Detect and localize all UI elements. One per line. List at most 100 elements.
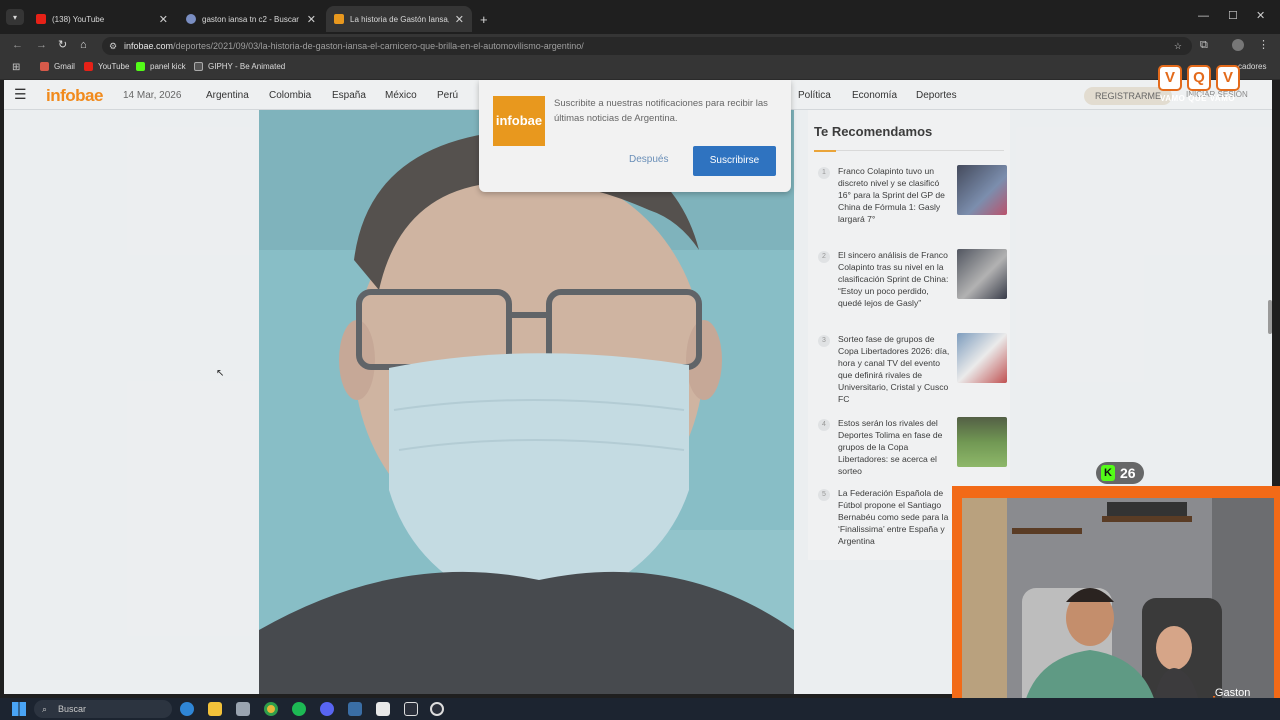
item-number: 5 bbox=[818, 489, 830, 501]
nav-argentina[interactable]: Argentina bbox=[206, 90, 249, 101]
bookmark-label: panel kick bbox=[150, 62, 186, 71]
item-title[interactable]: Sorteo fase de grupos de Copa Libertador… bbox=[838, 333, 950, 405]
home-icon[interactable]: ⌂ bbox=[80, 38, 87, 52]
tab-title: La historia de Gastón Iansa, el c bbox=[350, 14, 449, 24]
nav-politica[interactable]: Política bbox=[798, 90, 831, 101]
webcam-frame: Gaston iansa bbox=[952, 486, 1280, 720]
chevron-down-icon: ▾ bbox=[12, 12, 17, 22]
vqv-letter: V bbox=[1216, 65, 1240, 91]
app-icon[interactable] bbox=[348, 702, 362, 716]
divider bbox=[814, 150, 1004, 152]
article-photo bbox=[259, 110, 794, 694]
reload-icon[interactable]: ↻ bbox=[58, 38, 67, 52]
windows-start-icon[interactable] bbox=[12, 702, 26, 716]
extensions-icon[interactable]: ⧉ bbox=[1200, 38, 1208, 52]
spotify-icon[interactable] bbox=[292, 702, 306, 716]
infobae-icon bbox=[334, 14, 344, 24]
youtube-icon bbox=[36, 14, 46, 24]
item-number: 1 bbox=[818, 167, 830, 179]
star-icon[interactable]: ☆ bbox=[1174, 37, 1182, 55]
youtube-icon bbox=[84, 62, 93, 71]
close-icon[interactable]: ✕ bbox=[455, 13, 464, 26]
nav-mexico[interactable]: México bbox=[385, 90, 417, 101]
chrome-icon[interactable] bbox=[264, 702, 278, 716]
recommended-heading: Te Recomendamos bbox=[814, 124, 933, 139]
url-input[interactable]: ⚙ infobae.com/deportes/2021/09/03/la-his… bbox=[102, 37, 1192, 55]
kick-viewer-badge: K 26 bbox=[1096, 462, 1144, 484]
menu-icon[interactable]: ⋮ bbox=[1258, 38, 1269, 52]
nav-economia[interactable]: Economía bbox=[852, 90, 897, 101]
webcam-feed: Gaston iansa bbox=[962, 498, 1274, 714]
mouse-cursor-icon: ↖ bbox=[216, 368, 225, 379]
tab-youtube[interactable]: (138) YouTube ✕ bbox=[28, 6, 176, 32]
kick-logo-icon: K bbox=[1101, 465, 1115, 481]
store-icon[interactable] bbox=[236, 702, 250, 716]
viewer-count: 26 bbox=[1120, 465, 1136, 481]
later-button[interactable]: Después bbox=[629, 154, 668, 165]
notification-message: Suscribite a nuestras notificaciones par… bbox=[554, 98, 768, 124]
edge-icon[interactable] bbox=[180, 702, 194, 716]
obs-icon[interactable] bbox=[404, 702, 418, 716]
photo-illustration bbox=[259, 110, 794, 694]
taskbar: ⌕ Buscar bbox=[0, 698, 1280, 720]
item-thumbnail[interactable] bbox=[957, 417, 1007, 467]
bookmarks-bar: ⊞ Gmail YouTube panel kick GIPHY - Be An… bbox=[0, 56, 1280, 80]
infobae-logo[interactable]: infobae bbox=[46, 86, 103, 106]
header-date: 14 Mar, 2026 bbox=[123, 90, 182, 101]
taskbar-search-input[interactable]: ⌕ Buscar bbox=[34, 700, 172, 718]
nav-espana[interactable]: España bbox=[332, 90, 366, 101]
capcut-icon[interactable] bbox=[376, 702, 390, 716]
nav-peru[interactable]: Perú bbox=[437, 90, 458, 101]
vqv-letter: Q bbox=[1187, 65, 1211, 91]
file-explorer-icon[interactable] bbox=[208, 702, 222, 716]
tab-title: gaston iansa tn c2 - Buscar con bbox=[202, 14, 301, 24]
item-title[interactable]: El sincero análisis de Franco Colapinto … bbox=[838, 249, 950, 309]
discord-icon[interactable] bbox=[320, 702, 334, 716]
maximize-icon[interactable]: ☐ bbox=[1228, 9, 1238, 22]
tab-google-search[interactable]: gaston iansa tn c2 - Buscar con ✕ bbox=[178, 6, 324, 32]
new-tab-button[interactable]: + bbox=[476, 6, 496, 32]
nav-deportes[interactable]: Deportes bbox=[916, 90, 957, 101]
subscribe-button[interactable]: Suscribirse bbox=[693, 146, 776, 176]
tab-title: (138) YouTube bbox=[52, 14, 105, 24]
bookmark-label: YouTube bbox=[98, 62, 130, 71]
bookmark-label: Gmail bbox=[54, 62, 75, 71]
bookmark-gmail[interactable]: Gmail bbox=[40, 62, 75, 71]
kick-icon bbox=[136, 62, 145, 71]
forward-icon[interactable]: → bbox=[36, 38, 47, 52]
back-icon[interactable]: ← bbox=[12, 38, 23, 52]
item-number: 3 bbox=[818, 335, 830, 347]
item-thumbnail[interactable] bbox=[957, 333, 1007, 383]
minimize-icon[interactable]: — bbox=[1198, 10, 1209, 22]
close-icon[interactable]: ✕ bbox=[307, 13, 316, 26]
webcam-illustration bbox=[962, 498, 1274, 714]
giphy-icon bbox=[194, 62, 203, 71]
address-bar: ← → ↻ ⌂ ⚙ infobae.com/deportes/2021/09/0… bbox=[0, 34, 1280, 56]
infobae-notification-logo: infobae bbox=[493, 96, 545, 146]
apps-grid-icon[interactable]: ⊞ bbox=[12, 62, 20, 73]
item-title[interactable]: Estos serán los rivales del Deportes Tol… bbox=[838, 417, 950, 477]
url-host: infobae.com bbox=[124, 41, 174, 51]
item-number: 2 bbox=[818, 251, 830, 263]
site-info-icon[interactable]: ⚙ bbox=[109, 37, 117, 55]
item-title[interactable]: La Federación Española de Fútbol propone… bbox=[838, 487, 950, 547]
item-thumbnail[interactable] bbox=[957, 165, 1007, 215]
close-icon[interactable]: ✕ bbox=[159, 13, 168, 26]
item-number: 4 bbox=[818, 419, 830, 431]
bookmark-youtube[interactable]: YouTube bbox=[84, 62, 129, 71]
item-title[interactable]: Franco Colapinto tuvo un discreto nivel … bbox=[838, 165, 950, 225]
gmail-icon bbox=[40, 62, 49, 71]
bookmark-panel-kick[interactable]: panel kick bbox=[136, 62, 186, 71]
tab-bar: ▾ (138) YouTube ✕ gaston iansa tn c2 - B… bbox=[0, 0, 1280, 34]
tab-search-button[interactable]: ▾ bbox=[6, 9, 24, 25]
search-placeholder: Buscar bbox=[58, 704, 87, 714]
item-thumbnail[interactable] bbox=[957, 249, 1007, 299]
nav-colombia[interactable]: Colombia bbox=[269, 90, 311, 101]
profile-avatar[interactable] bbox=[1232, 39, 1244, 51]
streaming-app-icon[interactable] bbox=[430, 702, 444, 716]
tab-infobae[interactable]: La historia de Gastón Iansa, el c ✕ bbox=[326, 6, 472, 32]
scrollbar-thumb[interactable] bbox=[1268, 300, 1272, 334]
close-window-icon[interactable]: ✕ bbox=[1256, 9, 1265, 22]
bookmark-giphy[interactable]: GIPHY - Be Animated bbox=[194, 62, 285, 71]
hamburger-search-icon[interactable]: ☰ bbox=[14, 86, 27, 103]
